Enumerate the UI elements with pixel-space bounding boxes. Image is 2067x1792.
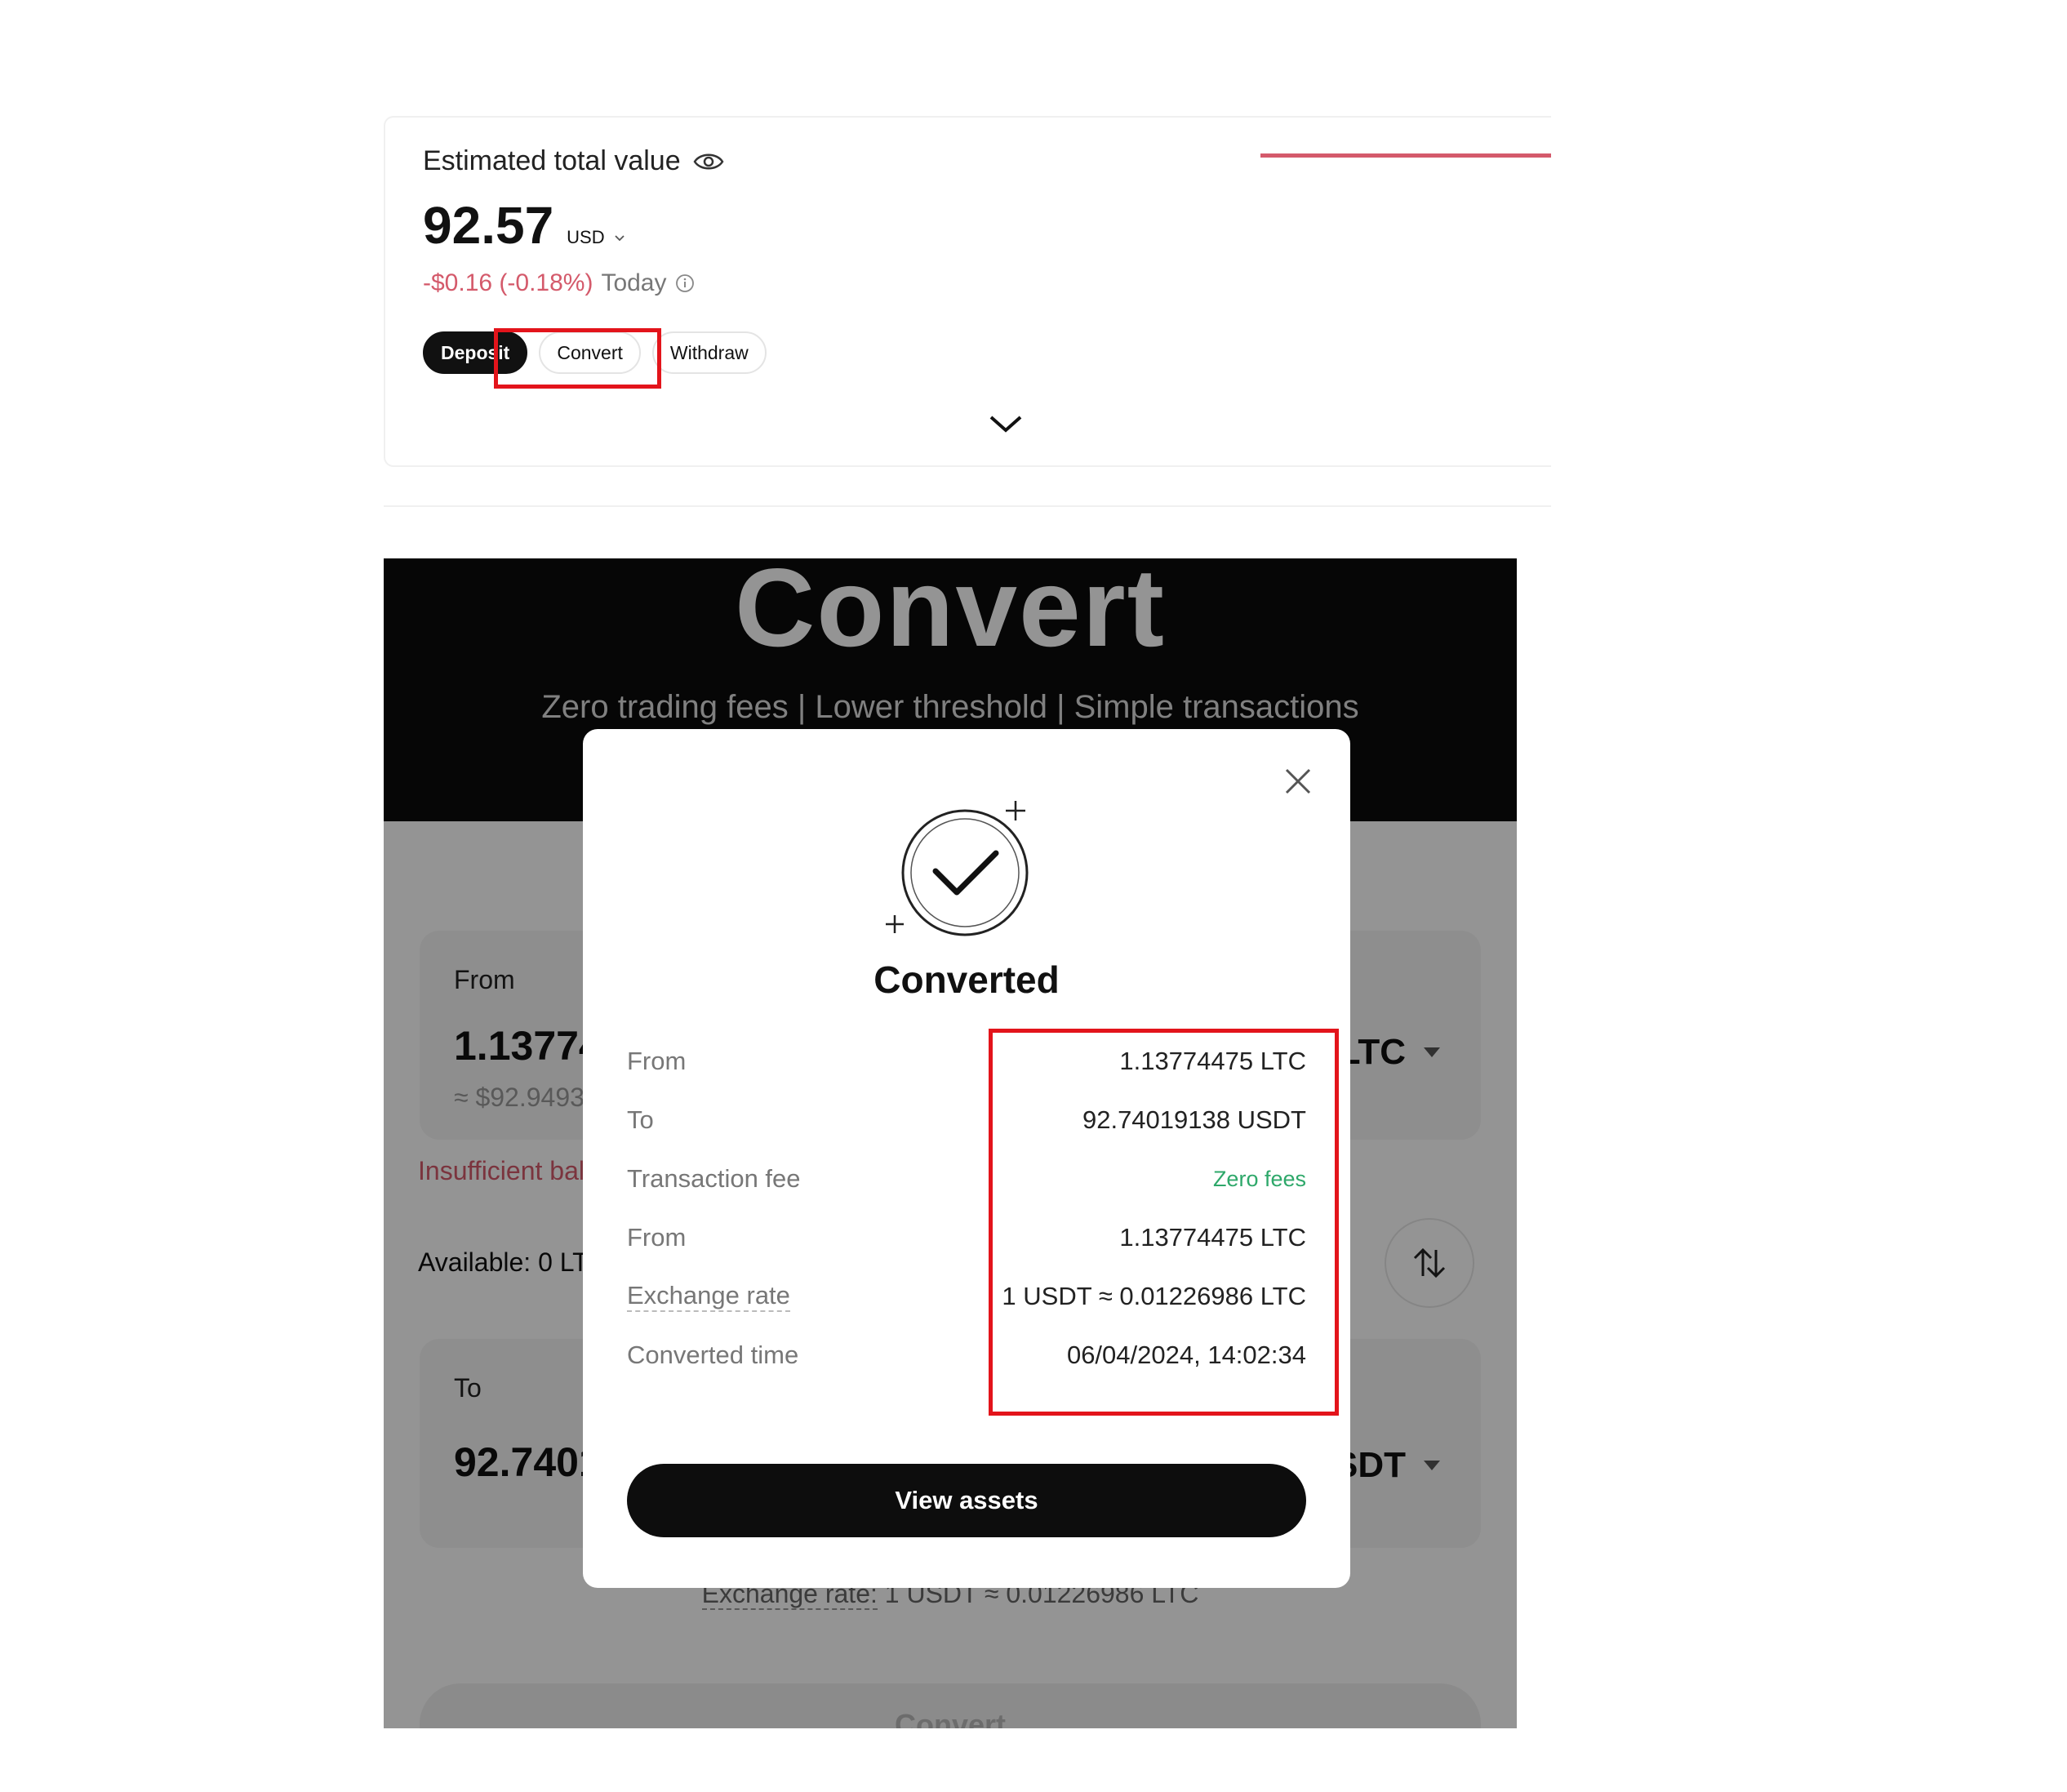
total-value: 92.57 [423,196,554,255]
info-icon[interactable] [675,273,695,293]
detail-label: To [627,1105,654,1134]
withdraw-button[interactable]: Withdraw [651,331,767,374]
section-divider [384,505,1551,507]
chart-line-accent [1260,153,1551,158]
highlight-box-values [989,1029,1339,1416]
detail-label: From [627,1223,687,1252]
detail-label: Transaction fee [627,1164,801,1193]
estimated-total-label: Estimated total value [423,145,681,176]
success-check-icon [886,801,1029,936]
modal-title: Converted [873,958,1060,1001]
eye-icon[interactable] [692,149,725,174]
daily-change-value: -$0.16 (-0.18%) [423,269,593,296]
view-assets-button[interactable]: View assets [627,1464,1306,1537]
detail-label: Converted time [627,1341,799,1369]
detail-label[interactable]: Exchange rate [627,1281,790,1312]
asset-summary-card: Estimated total value 92.57 USD -$0.16 (… [384,116,1551,467]
estimated-total-title-row: Estimated total value [423,145,725,177]
highlight-box-convert [494,328,661,389]
daily-change-period: Today [601,269,667,296]
total-value-row: 92.57 USD [423,195,626,256]
currency-selector[interactable]: USD [567,227,625,248]
daily-change-row: -$0.16 (-0.18%) Today [423,269,695,297]
expand-chevron-icon[interactable] [988,413,1024,434]
chevron-down-icon [614,235,625,242]
currency-label: USD [567,227,605,247]
detail-label: From [627,1047,687,1075]
close-icon[interactable] [1282,765,1314,798]
